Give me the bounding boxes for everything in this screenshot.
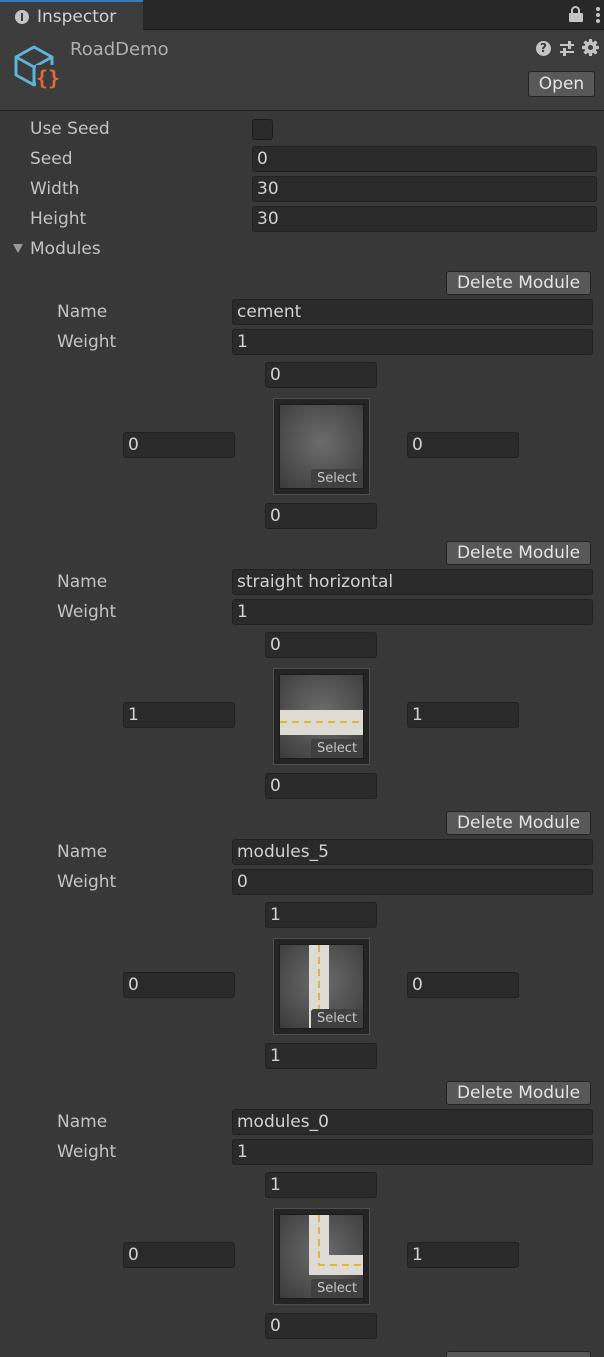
delete-module-button[interactable]: Delete Module	[446, 541, 591, 565]
select-button[interactable]: Select	[311, 739, 363, 758]
module-top-field[interactable]: 0	[265, 632, 377, 658]
road-vertical-tile-image: Select	[279, 944, 364, 1029]
height-label: Height	[30, 209, 87, 229]
use-seed-checkbox[interactable]	[252, 119, 273, 140]
module-name-field[interactable]: modules_5	[232, 839, 593, 865]
module-weight-label: Weight	[57, 332, 117, 352]
module-top-field[interactable]: 1	[265, 1172, 377, 1198]
module-weight-label: Weight	[57, 1142, 117, 1162]
module-name-field[interactable]: straight horizontal	[232, 569, 593, 595]
module-bottom-field[interactable]: 1	[265, 1043, 377, 1069]
gear-icon[interactable]	[582, 39, 599, 56]
svg-text:{}: {}	[36, 66, 60, 90]
module-right-field[interactable]: 0	[407, 972, 519, 998]
open-button[interactable]: Open	[528, 71, 595, 97]
preset-icon[interactable]	[559, 41, 575, 56]
module-weight-label: Weight	[57, 872, 117, 892]
module-weight-field[interactable]: 0	[232, 869, 593, 895]
module-weight-field[interactable]: 1	[232, 599, 593, 625]
module-right-field[interactable]: 0	[407, 432, 519, 458]
module-top-field[interactable]: 1	[265, 902, 377, 928]
tab-bar: Inspector	[0, 0, 604, 31]
tab-label: Inspector	[37, 6, 117, 27]
module-weight-label: Weight	[57, 602, 117, 622]
tab-inspector[interactable]: Inspector	[0, 0, 143, 31]
road-horizontal-tile-image: Select	[279, 674, 364, 759]
width-label: Width	[30, 179, 80, 199]
select-button[interactable]: Select	[311, 1009, 363, 1028]
road-center-line	[318, 1264, 363, 1266]
select-button[interactable]: Select	[311, 1279, 363, 1298]
road-center-line	[318, 1215, 320, 1265]
module-right-field[interactable]: 1	[407, 702, 519, 728]
height-field[interactable]: 30	[252, 206, 597, 232]
delete-module-button[interactable]: Delete Module	[446, 1081, 591, 1105]
width-field[interactable]: 30	[252, 176, 597, 202]
help-icon[interactable]: ?	[536, 41, 551, 56]
module-name-field[interactable]: modules_0	[232, 1109, 593, 1135]
object-title: RoadDemo	[70, 39, 169, 60]
modules-foldout-arrow-icon[interactable]	[13, 244, 23, 253]
module-name-field[interactable]: cement	[232, 299, 593, 325]
module-bottom-field[interactable]: 0	[265, 503, 377, 529]
select-button[interactable]: Select	[311, 469, 363, 488]
use-seed-label: Use Seed	[30, 119, 110, 139]
more-options-icon[interactable]	[596, 7, 600, 23]
delete-module-button[interactable]: Delete Module	[446, 271, 591, 295]
module-sprite-field[interactable]: Select	[273, 668, 370, 765]
module-weight-field[interactable]: 1	[232, 1139, 593, 1165]
module-left-field[interactable]: 0	[123, 972, 235, 998]
module-bottom-field[interactable]: 0	[265, 1313, 377, 1339]
module-sprite-field[interactable]: Select	[273, 938, 370, 1035]
seed-label: Seed	[30, 149, 73, 169]
module-left-field[interactable]: 0	[123, 432, 235, 458]
cement-tile-image: Select	[279, 404, 364, 489]
module-name-label: Name	[57, 572, 108, 592]
module-sprite-field[interactable]: Select	[273, 1208, 370, 1305]
script-icon: {}	[14, 45, 60, 90]
module-top-field[interactable]: 0	[265, 362, 377, 388]
module-left-field[interactable]: 0	[123, 1242, 235, 1268]
module-name-label: Name	[57, 842, 108, 862]
modules-label[interactable]: Modules	[30, 239, 101, 259]
inspector-header: {} RoadDemo ? Open	[0, 31, 604, 111]
module-bottom-field[interactable]: 0	[265, 773, 377, 799]
lock-icon[interactable]	[569, 6, 583, 22]
module-left-field[interactable]: 1	[123, 702, 235, 728]
module-name-label: Name	[57, 302, 108, 322]
module-sprite-field[interactable]: Select	[273, 398, 370, 495]
delete-module-button[interactable]: Delete Module	[446, 811, 591, 835]
delete-module-button[interactable]	[446, 1351, 591, 1357]
module-right-field[interactable]: 1	[407, 1242, 519, 1268]
module-name-label: Name	[57, 1112, 108, 1132]
info-icon	[15, 9, 29, 24]
module-weight-field[interactable]: 1	[232, 329, 593, 355]
seed-field[interactable]: 0	[252, 146, 597, 172]
road-corner-tile-image: Select	[279, 1214, 364, 1299]
road-center-line	[280, 721, 363, 723]
